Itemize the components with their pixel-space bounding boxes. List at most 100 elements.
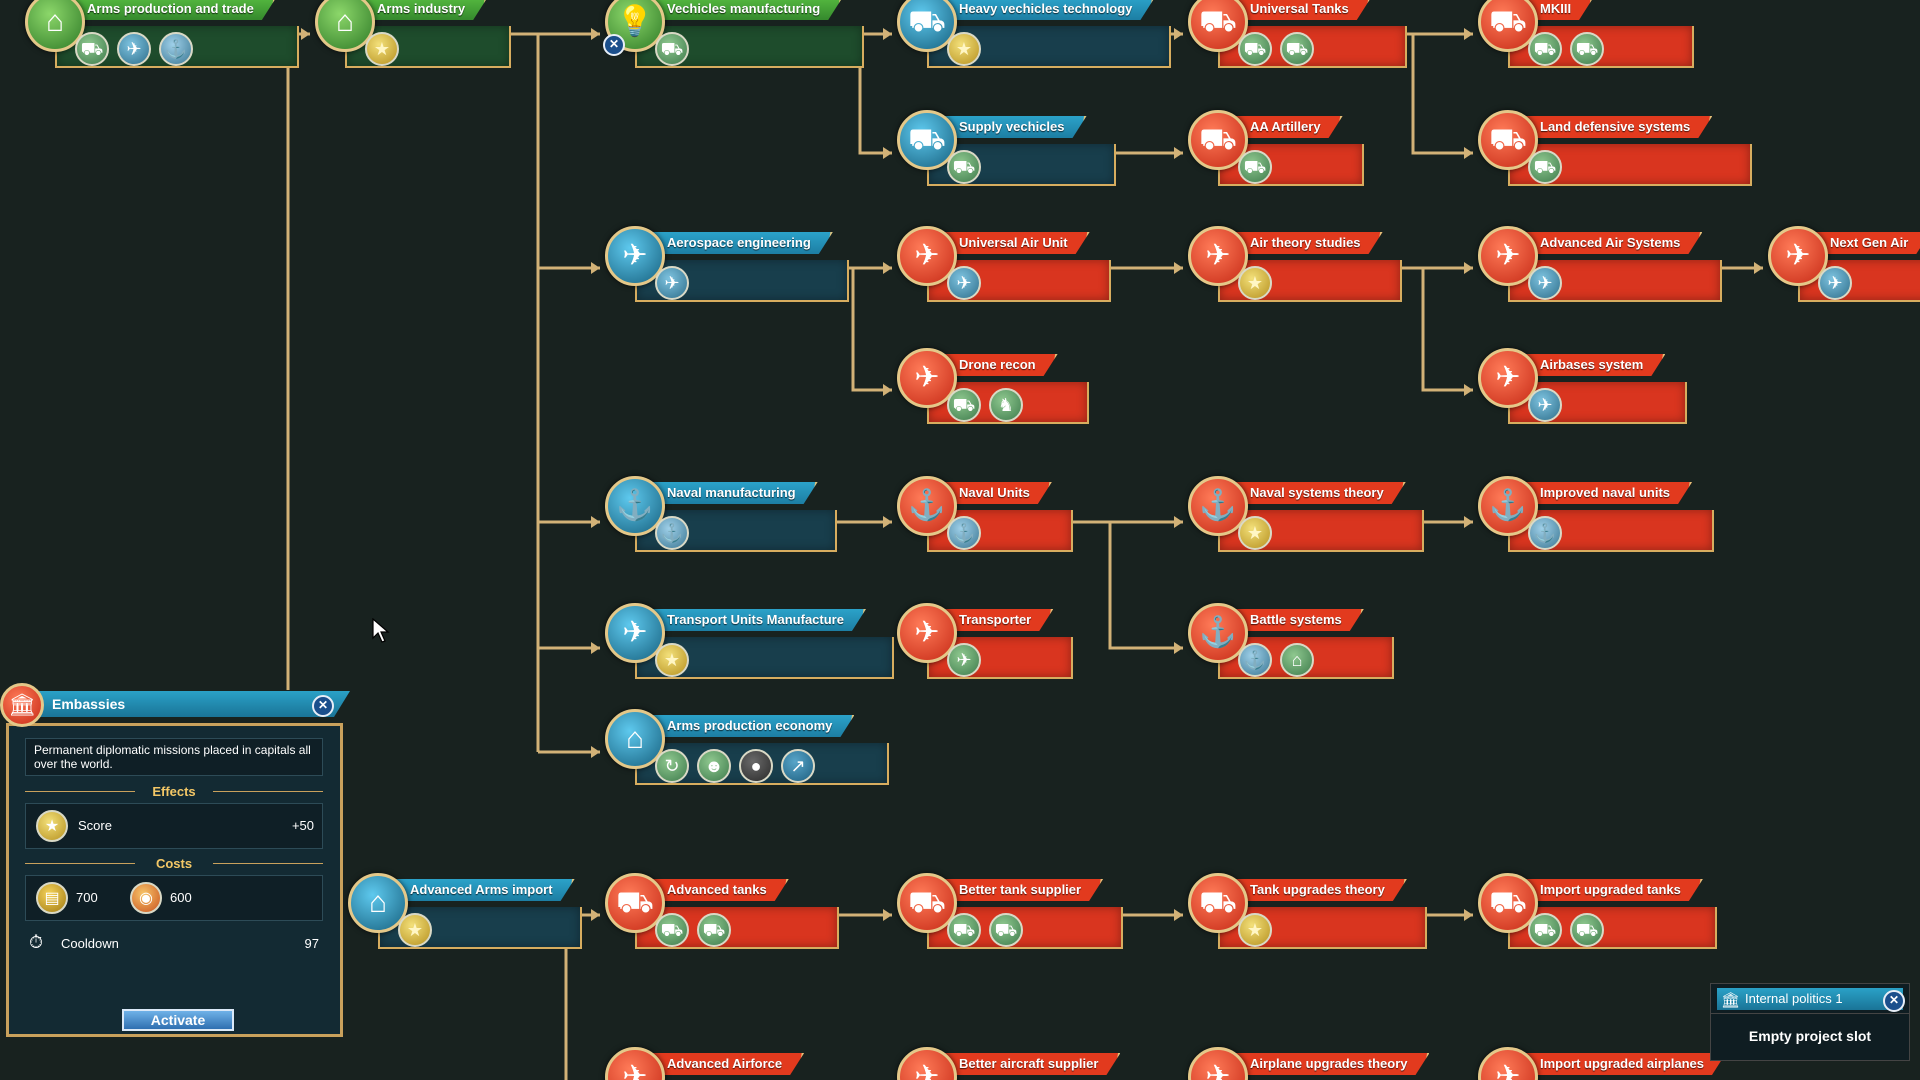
tank-icon: ⛟ — [1570, 913, 1604, 947]
project-slot-panel: 🏛 Internal politics 1 ✕ Empty project sl… — [1710, 983, 1910, 1061]
ship-icon: ⚓ — [159, 32, 193, 66]
node-title: Naval Units — [943, 482, 1052, 504]
tank-icon: ⛟ — [947, 388, 981, 422]
effects-heading: Effects — [25, 783, 323, 799]
connector-line — [851, 268, 892, 392]
tech-node-land-defensive-systems[interactable]: Land defensive systems ⛟ ⛟ — [1478, 110, 1752, 194]
tech-node-arms-industry[interactable]: Arms industry ⌂ ★ — [315, 0, 511, 76]
tech-node-advanced-airforce[interactable]: Advanced Airforce ✈ — [605, 1047, 845, 1080]
timer-icon: ⏱ — [29, 932, 44, 952]
node-title: Advanced Airforce — [651, 1053, 804, 1075]
cancel-research-icon[interactable]: ✕ — [603, 34, 625, 56]
tech-node-naval-manufacturing[interactable]: Naval manufacturing ⚓ ⚓ — [605, 476, 837, 560]
tech-node-drone-recon[interactable]: Drone recon ✈ ⛟ ♞ — [897, 348, 1089, 432]
embassies-description: Permanent diplomatic missions placed in … — [25, 738, 323, 776]
tech-node-advanced-arms-import[interactable]: Advanced Arms import ⌂ ★ — [348, 873, 582, 957]
node-effects: ✈ — [1528, 266, 1562, 300]
tech-tree-screen: Arms production and trade ⌂ ⛟ ✈ ⚓ Arms indust… — [0, 0, 1920, 1080]
connector-line — [1411, 34, 1473, 155]
fort-icon: ⌂ — [1280, 643, 1314, 677]
tech-node-naval-systems-theory[interactable]: Naval systems theory ⚓ ★ — [1188, 476, 1424, 560]
connector-line — [858, 34, 892, 155]
node-effects: ↻ ☻ ● ↗ — [655, 749, 815, 783]
tech-node-better-aircraft-supplier[interactable]: Better aircraft supplier ✈ — [897, 1047, 1159, 1080]
connector-arrow — [1464, 147, 1473, 159]
cost-gold: 700 — [76, 890, 98, 905]
tech-node-airplane-upgrades-theory[interactable]: Airplane upgrades theory ✈ — [1188, 1047, 1468, 1080]
node-title: Naval manufacturing — [651, 482, 818, 504]
node-title: Vechicles manufacturing — [651, 0, 842, 20]
soldier-icon: ♞ — [989, 388, 1023, 422]
embassies-close-icon[interactable]: ✕ — [312, 695, 334, 717]
activate-button[interactable]: Activate — [122, 1009, 234, 1031]
connector-arrow — [1174, 642, 1183, 654]
tech-node-arms-production-and-trade[interactable]: Arms production and trade ⌂ ⛟ ✈ ⚓ — [25, 0, 299, 76]
ship-icon: ⚓ — [947, 516, 981, 550]
score-icon: ★ — [398, 913, 432, 947]
empty-project-slot[interactable]: Empty project slot — [1710, 1013, 1910, 1061]
node-title: Air theory studies — [1234, 232, 1383, 254]
node-effects: ★ — [655, 643, 689, 677]
tech-node-mkiii[interactable]: MKIII ⛟ ⛟ ⛟ — [1478, 0, 1694, 76]
tech-node-transporter[interactable]: Transporter ✈ ✈ — [897, 603, 1073, 687]
tank-icon: ⛟ — [947, 913, 981, 947]
connector-arrow — [1464, 516, 1473, 528]
cooldown-label: Cooldown — [61, 936, 119, 951]
tech-node-airbases-system[interactable]: Airbases system ✈ ✈ — [1478, 348, 1687, 432]
tank-icon: ⛟ — [947, 150, 981, 184]
tech-node-heavy-vehicles-technology[interactable]: Heavy vechicles technology ⛟ ★ — [897, 0, 1171, 76]
tech-node-import-upgraded-tanks[interactable]: Import upgraded tanks ⛟ ⛟ ⛟ — [1478, 873, 1717, 957]
tech-node-supply-vehicles[interactable]: Supply vechicles ⛟ ⛟ — [897, 110, 1116, 194]
connector-arrow — [883, 909, 892, 921]
cooldown-value: 97 — [304, 936, 319, 951]
tech-node-next-gen-air[interactable]: Next Gen Air ✈ ✈ — [1768, 226, 1920, 310]
embassy-icon: 🏛 — [0, 683, 44, 727]
node-title: Naval systems theory — [1234, 482, 1406, 504]
node-effects: ⛟ — [1238, 150, 1272, 184]
tank-icon: ⛟ — [1238, 150, 1272, 184]
tech-node-vehicles-manufacturing[interactable]: Vechicles manufacturing 💡 ⛟ ✕ — [603, 0, 864, 76]
node-title: Land defensive systems — [1524, 116, 1712, 138]
node-title: Arms production and trade — [71, 0, 276, 20]
tech-node-air-theory-studies[interactable]: Air theory studies ✈ ★ — [1188, 226, 1402, 310]
node-title: Advanced Air Systems — [1524, 232, 1702, 254]
connector-arrow — [1754, 262, 1763, 274]
score-icon: ★ — [36, 810, 68, 842]
tech-node-aerospace-engineering[interactable]: Aerospace engineering ✈ ✈ — [605, 226, 849, 310]
tech-node-arms-production-economy[interactable]: Arms production economy ⌂ ↻ ☻ ● ↗ — [605, 709, 889, 793]
tech-node-transport-units-manufacture[interactable]: Transport Units Manufacture ✈ ★ — [605, 603, 894, 687]
embassies-panel: 🏛 Embassies ✕ Permanent diplomatic missi… — [0, 683, 350, 1040]
tech-node-advanced-tanks[interactable]: Advanced tanks ⛟ ⛟ ⛟ — [605, 873, 839, 957]
piggy-icon: ● — [739, 749, 773, 783]
connector-arrow — [883, 262, 892, 274]
node-effects: ✈ — [1528, 388, 1562, 422]
project-close-icon[interactable]: ✕ — [1883, 990, 1905, 1012]
tech-node-universal-air-unit[interactable]: Universal Air Unit ✈ ✈ — [897, 226, 1111, 310]
node-title: Better aircraft supplier — [943, 1053, 1120, 1075]
tech-node-advanced-air-systems[interactable]: Advanced Air Systems ✈ ✈ — [1478, 226, 1722, 310]
connector-line — [1108, 522, 1183, 650]
worker-icon: ☻ — [697, 749, 731, 783]
tank-icon: ⛟ — [655, 32, 689, 66]
tank-icon: ⛟ — [655, 913, 689, 947]
node-effects: ⛟ ⛟ — [1528, 32, 1604, 66]
tech-node-improved-naval-units[interactable]: Improved naval units ⚓ ⚓ — [1478, 476, 1714, 560]
embassies-title: Embassies — [52, 696, 126, 712]
tank-icon: ⛟ — [697, 913, 731, 947]
mouse-cursor-icon — [372, 618, 390, 643]
tank-icon: ⛟ — [989, 913, 1023, 947]
building-icon: 🏛 — [1721, 992, 1741, 1009]
tech-node-aa-artillery[interactable]: AA Artillery ⛟ ⛟ — [1188, 110, 1364, 194]
node-title: AA Artillery — [1234, 116, 1343, 138]
tank-icon: ⛟ — [1528, 913, 1562, 947]
connector-arrow — [591, 746, 600, 758]
tech-node-better-tank-supplier[interactable]: Better tank supplier ⛟ ⛟ ⛟ — [897, 873, 1123, 957]
tech-node-naval-units[interactable]: Naval Units ⚓ ⚓ — [897, 476, 1073, 560]
node-title: Advanced Arms import — [394, 879, 575, 901]
tech-node-battle-systems[interactable]: Battle systems ⚓ ⚓ ⌂ — [1188, 603, 1394, 687]
node-effects: ⛟ ⛟ — [655, 913, 731, 947]
ship-icon: ⚓ — [1238, 643, 1272, 677]
tech-node-universal-tanks[interactable]: Universal Tanks ⛟ ⛟ ⛟ — [1188, 0, 1407, 76]
effect-name: Score — [78, 818, 112, 833]
tech-node-tank-upgrades-theory[interactable]: Tank upgrades theory ⛟ ★ — [1188, 873, 1427, 957]
